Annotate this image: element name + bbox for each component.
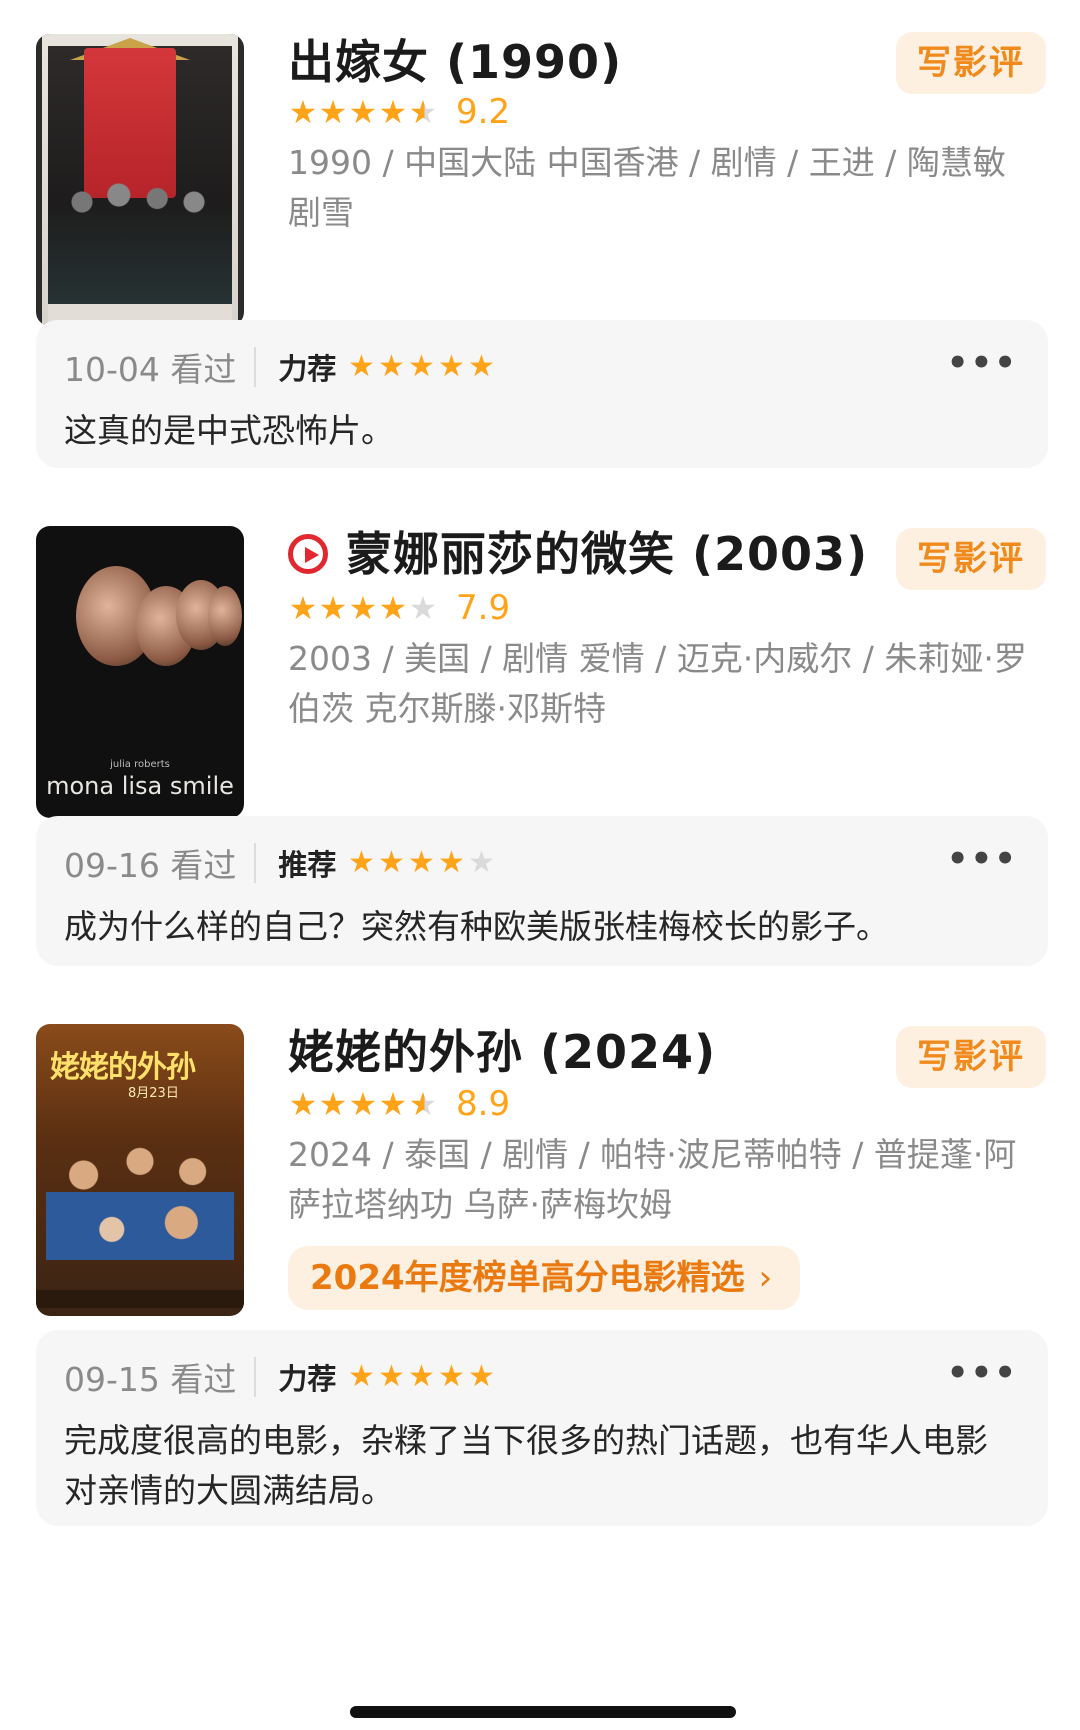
promo-label: 2024年度榜单高分电影精选 — [310, 1258, 745, 1298]
poster-date: 8月23日 — [128, 1086, 179, 1101]
rating-score: 9.2 — [456, 92, 511, 132]
movie-rating: ★ ★ ★ ★ ★ 8.9 — [288, 1082, 510, 1126]
star-icon: ★ — [437, 845, 465, 880]
chevron-right-icon: › — [758, 1258, 773, 1298]
review-stars: ★ ★ ★ ★ ★ — [346, 1357, 496, 1397]
empty-star-icon: ★ — [467, 845, 495, 880]
more-icon[interactable]: ••• — [947, 842, 1018, 876]
movie-rating: ★ ★ ★ ★ ★ 7.9 — [288, 586, 510, 630]
star-icon: ★ — [378, 93, 408, 131]
divider — [254, 843, 257, 883]
movie-rating: ★ ★ ★ ★ ★ 9.2 — [288, 90, 510, 134]
home-indicator[interactable] — [350, 1706, 736, 1718]
star-icon: ★ — [348, 93, 378, 131]
star-icon: ★ — [347, 349, 375, 384]
review-card[interactable]: 10-04 看过 力荐 ★ ★ ★ ★ ★ ••• 这真的是中式恐怖片。 — [36, 320, 1048, 468]
star-icon: ★ — [347, 1359, 375, 1394]
review-text: 完成度很高的电影，杂糅了当下很多的热门话题，也有华人电影对亲情的大圆满结局。 — [64, 1421, 988, 1510]
star-icon: ★ — [318, 93, 348, 131]
poster-credit: julia roberts — [110, 759, 170, 770]
rating-stars: ★ ★ ★ ★ ★ — [288, 1084, 438, 1124]
movie-meta: 1990 / 中国大陆 中国香港 / 剧情 / 王进 / 陶慧敏 剧雪 — [288, 143, 1006, 232]
half-star-icon: ★ — [408, 1085, 438, 1123]
more-icon[interactable]: ••• — [947, 1356, 1018, 1390]
watched-date: 10-04 看过 — [64, 350, 237, 389]
rating-score: 7.9 — [456, 588, 511, 628]
star-icon: ★ — [318, 589, 348, 627]
write-review-button[interactable]: 写影评 — [896, 32, 1046, 94]
rating-tag: 力荐 — [278, 1362, 337, 1396]
star-icon: ★ — [288, 589, 318, 627]
divider — [254, 347, 257, 387]
star-icon: ★ — [437, 1359, 465, 1394]
star-icon: ★ — [348, 1085, 378, 1123]
star-icon: ★ — [347, 845, 375, 880]
review-text: 成为什么样的自己？突然有种欧美版张桂梅校长的影子。 — [64, 907, 889, 946]
star-icon: ★ — [378, 1085, 408, 1123]
rating-stars: ★ ★ ★ ★ ★ — [288, 588, 438, 628]
review-card[interactable]: 09-15 看过 力荐 ★ ★ ★ ★ ★ ••• 完成度很高的电影，杂糅了当下很多的热… — [36, 1330, 1048, 1526]
write-review-button[interactable]: 写影评 — [896, 528, 1046, 590]
star-icon: ★ — [407, 1359, 435, 1394]
rating-stars: ★ ★ ★ ★ ★ — [288, 92, 438, 132]
ranking-promo-link[interactable]: 2024年度榜单高分电影精选 › — [288, 1246, 801, 1310]
movie-title[interactable]: 出嫁女 (1990) — [288, 32, 622, 92]
movie-poster[interactable] — [36, 34, 244, 326]
divider — [254, 1357, 257, 1397]
more-icon[interactable]: ••• — [947, 346, 1018, 380]
play-icon[interactable] — [288, 533, 328, 574]
review-stars: ★ ★ ★ ★ ★ — [346, 347, 496, 387]
review-card[interactable]: 09-16 看过 推荐 ★ ★ ★ ★ ★ ••• 成为什么样的自己？突然有种欧美版张桂… — [36, 816, 1048, 966]
movie-title[interactable]: 蒙娜丽莎的微笑 (2003) — [288, 524, 868, 584]
rating-tag: 推荐 — [278, 848, 337, 882]
star-icon: ★ — [407, 349, 435, 384]
star-icon: ★ — [407, 845, 435, 880]
movie-meta: 2024 / 泰国 / 剧情 / 帕特·波尼蒂帕特 / 普提蓬·阿萨拉塔纳功 乌… — [288, 1135, 1017, 1224]
star-icon: ★ — [378, 589, 408, 627]
watched-date: 09-16 看过 — [64, 846, 237, 885]
review-stars: ★ ★ ★ ★ ★ — [346, 843, 496, 883]
watched-date: 09-15 看过 — [64, 1360, 237, 1399]
movie-poster[interactable]: 姥姥的外孙 8月23日 — [36, 1024, 244, 1316]
poster-title: 姥姥的外孙 — [50, 1050, 196, 1085]
star-icon: ★ — [288, 93, 318, 131]
star-icon: ★ — [318, 1085, 348, 1123]
movie-title[interactable]: 姥姥的外孙 (2024) — [288, 1022, 716, 1082]
star-icon: ★ — [467, 349, 495, 384]
star-icon: ★ — [377, 1359, 405, 1394]
star-icon: ★ — [377, 349, 405, 384]
star-icon: ★ — [467, 1359, 495, 1394]
movie-title-text: 蒙娜丽莎的微笑 (2003) — [346, 527, 869, 581]
review-text: 这真的是中式恐怖片。 — [64, 411, 394, 450]
rating-score: 8.9 — [456, 1084, 511, 1124]
movie-poster[interactable]: julia roberts mona lisa smile — [36, 526, 244, 818]
write-review-button[interactable]: 写影评 — [896, 1026, 1046, 1088]
rating-tag: 力荐 — [278, 352, 337, 386]
star-icon: ★ — [377, 845, 405, 880]
star-icon: ★ — [288, 1085, 318, 1123]
star-icon: ★ — [348, 589, 378, 627]
movie-meta: 2003 / 美国 / 剧情 爱情 / 迈克·内威尔 / 朱莉娅·罗伯茨 克尔斯… — [288, 639, 1027, 728]
poster-title: mona lisa smile — [46, 772, 234, 800]
half-star-icon: ★ — [408, 93, 438, 131]
empty-star-icon: ★ — [408, 589, 438, 627]
star-icon: ★ — [437, 349, 465, 384]
